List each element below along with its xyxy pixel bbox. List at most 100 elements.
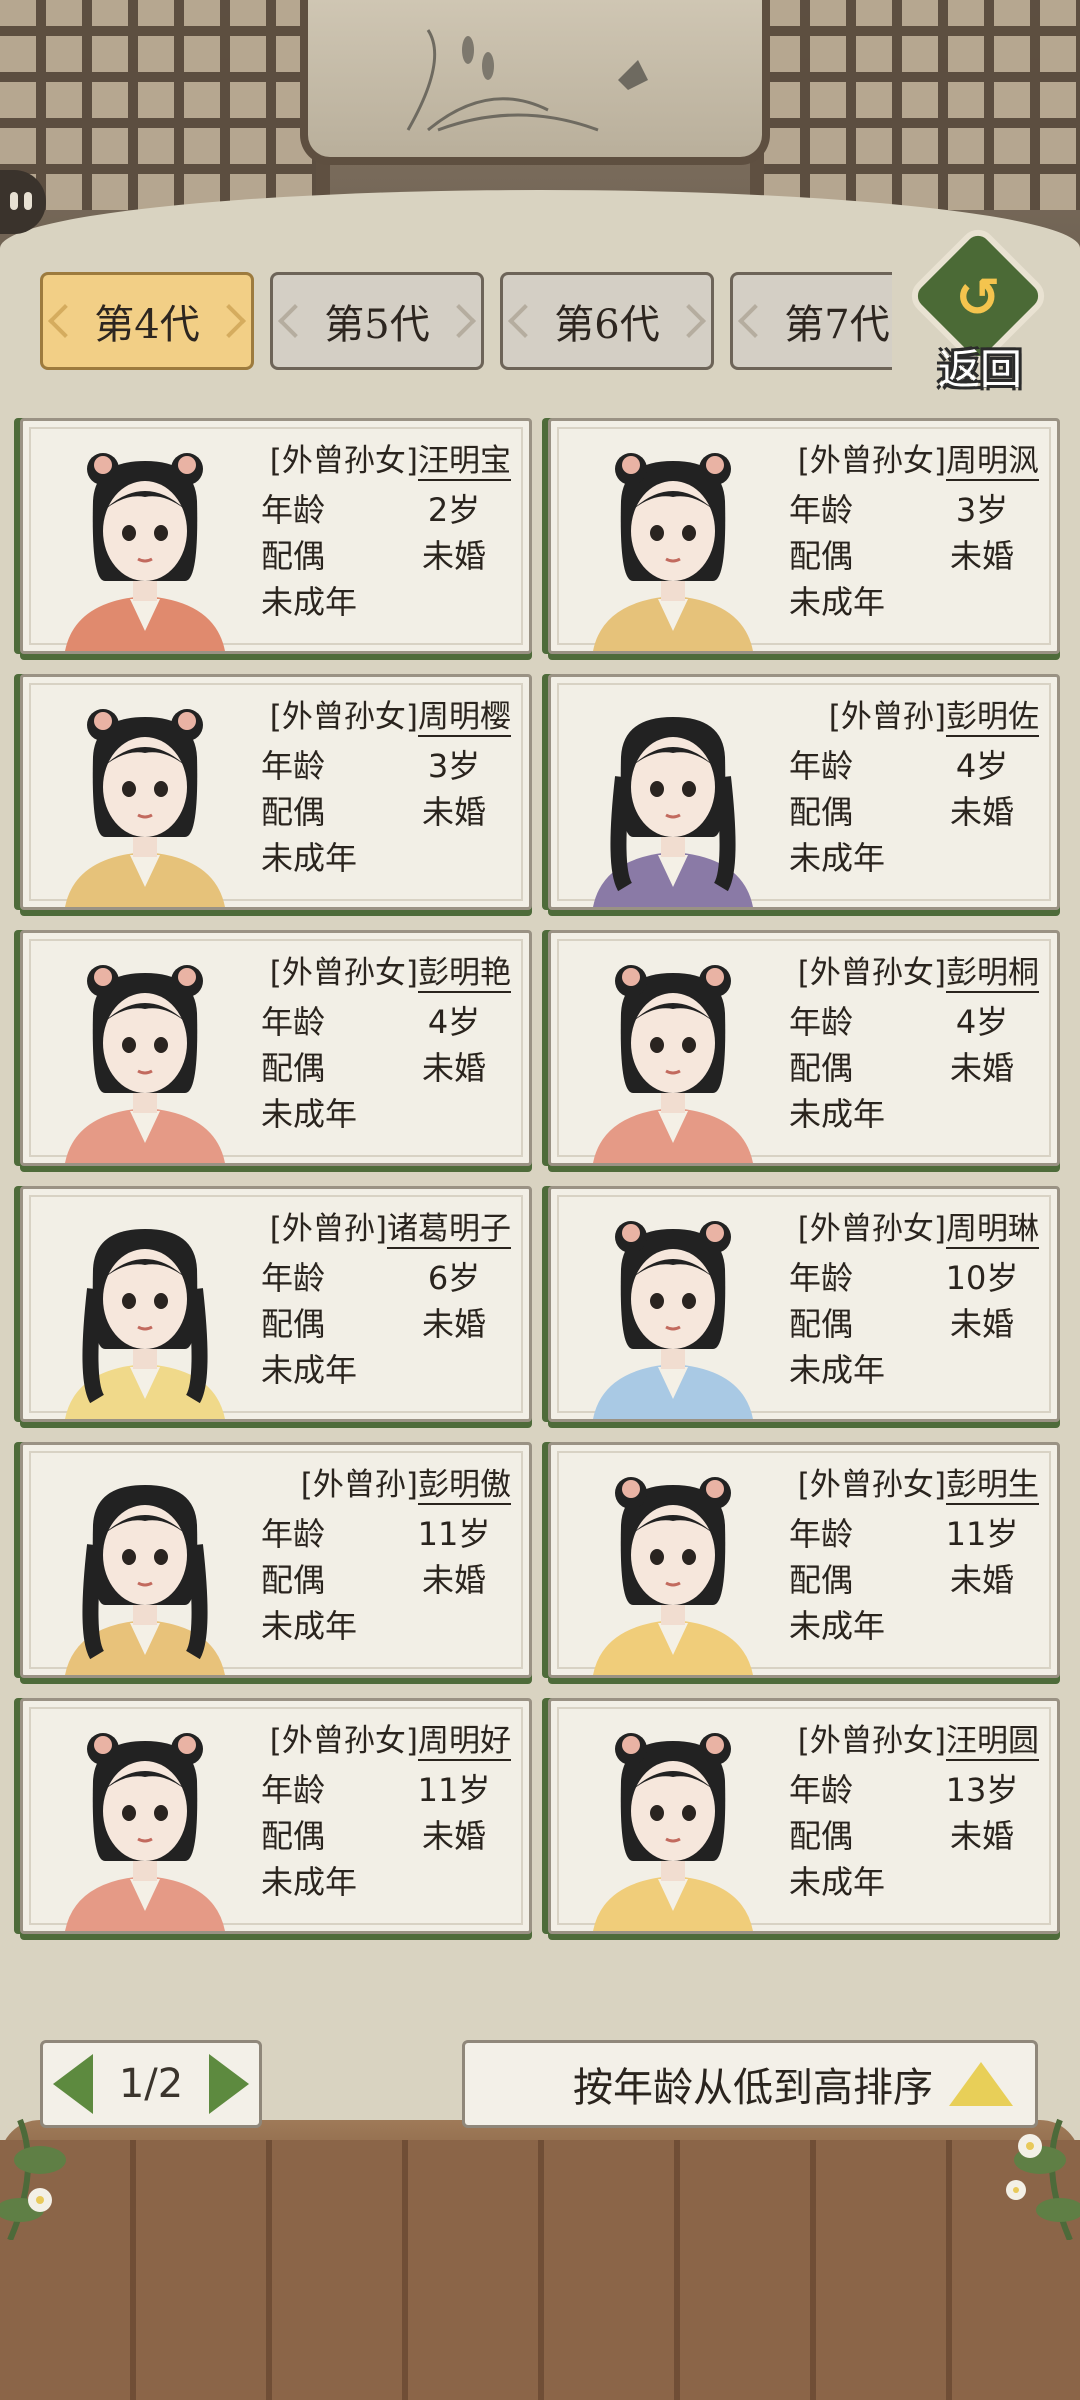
member-card[interactable]: [外曾孙女]彭明桐 年龄 4岁 配偶 未婚 未成年	[548, 930, 1060, 1166]
member-card[interactable]: [外曾孙女]汪明宝 年龄 2岁 配偶 未婚 未成年	[20, 418, 532, 654]
member-title: [外曾孙女]周明好	[269, 1715, 511, 1761]
maturity-status: 未成年	[789, 1863, 886, 1901]
member-name[interactable]: 彭明佐	[946, 699, 1039, 737]
age-value: 2岁	[427, 491, 481, 529]
member-card[interactable]: [外曾孙女]彭明艳 年龄 4岁 配偶 未婚 未成年	[20, 930, 532, 1166]
relation-label: [外曾孙女]	[269, 955, 418, 991]
maturity-status: 未成年	[789, 839, 886, 877]
age-label: 年龄	[789, 747, 854, 785]
member-name[interactable]: 彭明艳	[418, 955, 511, 993]
member-card[interactable]: [外曾孙女]周明樱 年龄 3岁 配偶 未婚 未成年	[20, 674, 532, 910]
member-card[interactable]: [外曾孙女]周明沨 年龄 3岁 配偶 未婚 未成年	[548, 418, 1060, 654]
female-portrait-avatar	[593, 1221, 753, 1419]
top-frame	[0, 0, 1080, 260]
spouse-value: 未婚	[421, 1049, 486, 1087]
member-name[interactable]: 汪明圆	[946, 1723, 1039, 1761]
member-name[interactable]: 周明樱	[418, 699, 511, 737]
tab-generation-7[interactable]: 第7代	[730, 272, 892, 370]
sort-ascending-icon	[949, 2062, 1013, 2106]
member-card[interactable]: [外曾孙女]周明琳 年龄 10岁 配偶 未婚 未成年	[548, 1186, 1060, 1422]
member-card[interactable]: [外曾孙女]汪明圆 年龄 13岁 配偶 未婚 未成年	[548, 1698, 1060, 1934]
age-label: 年龄	[261, 1515, 326, 1553]
window-lattice-right	[750, 0, 1080, 210]
spouse-label: 配偶	[789, 1817, 854, 1855]
member-name[interactable]: 周明琳	[946, 1211, 1039, 1249]
sort-label: 按年龄从低到高排序	[573, 2065, 933, 2111]
member-title: [外曾孙女]周明沨	[798, 435, 1039, 481]
age-value: 3岁	[427, 747, 481, 785]
member-card[interactable]: [外曾孙女]周明好 年龄 11岁 配偶 未婚 未成年	[20, 1698, 532, 1934]
age-label: 年龄	[261, 1259, 326, 1297]
tab-generation-5[interactable]: 第5代	[270, 272, 484, 370]
spouse-value: 未婚	[949, 537, 1014, 575]
member-info: 年龄 13岁 配偶 未婚 未成年	[789, 1765, 1049, 1903]
age-value: 10岁	[945, 1259, 1019, 1297]
member-title: [外曾孙女]汪明圆	[798, 1715, 1039, 1761]
relation-label: [外曾孙女]	[269, 1723, 418, 1759]
member-card[interactable]: [外曾孙]诸葛明子 年龄 6岁 配偶 未婚 未成年	[20, 1186, 532, 1422]
tab-generation-4[interactable]: 第4代	[40, 272, 254, 370]
member-info: 年龄 4岁 配偶 未婚 未成年	[789, 741, 1049, 879]
age-value: 11岁	[945, 1515, 1019, 1553]
age-label: 年龄	[261, 747, 326, 785]
member-title: [外曾孙]彭明佐	[829, 691, 1039, 737]
maturity-status: 未成年	[261, 839, 358, 877]
sort-by-age-button[interactable]: 按年龄从低到高排序	[462, 2040, 1038, 2128]
member-card[interactable]: [外曾孙]彭明佐 年龄 4岁 配偶 未婚 未成年	[548, 674, 1060, 910]
male-portrait-avatar	[593, 717, 753, 907]
prev-page-arrow-icon[interactable]	[53, 2054, 93, 2114]
back-button[interactable]: ↺ 返回	[904, 222, 1052, 394]
age-value: 4岁	[955, 747, 1009, 785]
member-name[interactable]: 彭明生	[946, 1467, 1039, 1505]
female-portrait-avatar	[593, 453, 753, 651]
member-info: 年龄 4岁 配偶 未婚 未成年	[789, 997, 1049, 1135]
member-name[interactable]: 周明好	[418, 1723, 511, 1761]
member-card[interactable]: [外曾孙女]彭明生 年龄 11岁 配偶 未婚 未成年	[548, 1442, 1060, 1678]
age-label: 年龄	[789, 1515, 854, 1553]
wood-floor	[0, 2140, 1080, 2400]
spouse-value: 未婚	[949, 1817, 1014, 1855]
spouse-value: 未婚	[421, 1305, 486, 1343]
member-name[interactable]: 彭明傲	[418, 1467, 511, 1505]
relation-label: [外曾孙]	[269, 1211, 387, 1247]
member-name[interactable]: 汪明宝	[418, 443, 511, 481]
maturity-status: 未成年	[789, 1351, 886, 1389]
spouse-label: 配偶	[789, 1305, 854, 1343]
female-portrait-avatar	[65, 1733, 225, 1931]
age-value: 6岁	[427, 1259, 481, 1297]
spouse-label: 配偶	[789, 537, 854, 575]
next-page-arrow-icon[interactable]	[209, 2054, 249, 2114]
spouse-value: 未婚	[949, 1561, 1014, 1599]
member-title: [外曾孙女]彭明桐	[798, 947, 1039, 993]
maturity-status: 未成年	[261, 1607, 358, 1645]
female-portrait-avatar	[593, 965, 753, 1163]
female-portrait-avatar	[593, 1733, 753, 1931]
window-lattice-left	[0, 0, 330, 210]
male-portrait-avatar	[65, 1229, 225, 1419]
age-value: 3岁	[955, 491, 1009, 529]
relation-label: [外曾孙女]	[269, 699, 418, 735]
member-info: 年龄 11岁 配偶 未婚 未成年	[789, 1509, 1049, 1647]
age-value: 4岁	[427, 1003, 481, 1041]
maturity-status: 未成年	[789, 583, 886, 621]
maturity-status: 未成年	[261, 583, 358, 621]
member-name[interactable]: 周明沨	[946, 443, 1039, 481]
member-title: [外曾孙女]周明琳	[798, 1203, 1039, 1249]
spouse-value: 未婚	[421, 1817, 486, 1855]
orchid-icon	[406, 29, 648, 132]
tab-generation-6[interactable]: 第6代	[500, 272, 714, 370]
age-value: 13岁	[945, 1771, 1019, 1809]
spouse-label: 配偶	[261, 1049, 326, 1087]
spouse-label: 配偶	[789, 793, 854, 831]
member-info: 年龄 2岁 配偶 未婚 未成年	[261, 485, 521, 623]
member-title: [外曾孙]彭明傲	[301, 1459, 511, 1505]
member-name[interactable]: 诸葛明子	[387, 1211, 511, 1249]
member-card[interactable]: [外曾孙]彭明傲 年龄 11岁 配偶 未婚 未成年	[20, 1442, 532, 1678]
maturity-status: 未成年	[789, 1095, 886, 1133]
member-info: 年龄 11岁 配偶 未婚 未成年	[261, 1509, 521, 1647]
member-title: [外曾孙]诸葛明子	[269, 1203, 511, 1249]
female-portrait-avatar	[65, 709, 225, 907]
member-name[interactable]: 彭明桐	[946, 955, 1039, 993]
relation-label: [外曾孙女]	[269, 443, 418, 479]
spouse-label: 配偶	[789, 1561, 854, 1599]
